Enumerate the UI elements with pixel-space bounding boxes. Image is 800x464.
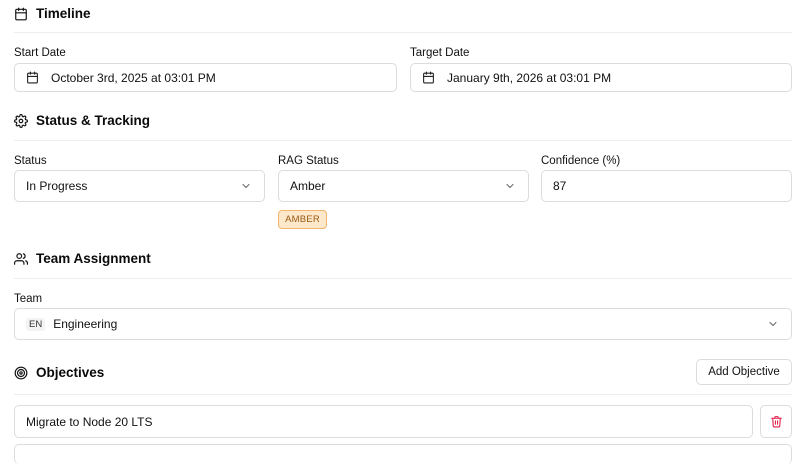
confidence-value: 87 xyxy=(553,179,567,193)
start-date-label: Start Date xyxy=(14,47,66,59)
timeline-title: Timeline xyxy=(36,6,91,21)
status-value: In Progress xyxy=(26,179,88,193)
chevron-down-icon xyxy=(506,184,514,188)
objective-value: Migrate to Node 20 LTS xyxy=(26,414,153,429)
calendar-icon xyxy=(27,71,38,84)
calendar-icon xyxy=(15,7,27,20)
objectives-title: Objectives xyxy=(36,365,105,380)
confidence-label: Confidence (%) xyxy=(541,155,621,167)
start-date-picker[interactable]: October 3rd, 2025 at 03:01 PM xyxy=(14,63,397,92)
divider xyxy=(14,394,792,395)
rag-status-select[interactable]: Amber xyxy=(278,170,529,202)
objective-input[interactable]: Migrate to Node 20 LTS xyxy=(14,405,753,438)
chevron-down-icon xyxy=(769,322,777,326)
target-date-value: January 9th, 2026 at 03:01 PM xyxy=(447,70,612,85)
divider xyxy=(14,278,792,279)
trash-icon xyxy=(770,416,782,428)
delete-objective-button[interactable] xyxy=(760,405,792,438)
rag-status-label: RAG Status xyxy=(278,155,339,167)
team-select[interactable]: EN Engineering xyxy=(14,308,792,340)
status-tracking-section-title: Status & Tracking xyxy=(14,113,150,128)
calendar-icon xyxy=(423,71,434,84)
team-initials-avatar: EN xyxy=(26,317,46,331)
status-tracking-title: Status & Tracking xyxy=(36,113,151,128)
rag-status-badge: AMBER xyxy=(278,210,327,229)
settings-icon xyxy=(14,113,28,128)
objective-input-next[interactable] xyxy=(14,444,792,464)
target-icon xyxy=(14,366,28,379)
chevron-down-icon xyxy=(242,184,250,188)
team-value: Engineering xyxy=(53,317,118,331)
users-icon xyxy=(14,252,28,265)
add-objective-button[interactable]: Add Objective xyxy=(696,359,792,385)
divider xyxy=(14,140,792,141)
rag-status-value: Amber xyxy=(290,179,326,193)
timeline-section-title: Timeline xyxy=(14,6,91,21)
start-date-value: October 3rd, 2025 at 03:01 PM xyxy=(51,70,216,85)
objectives-section-title: Objectives xyxy=(14,365,104,380)
status-select[interactable]: In Progress xyxy=(14,170,265,202)
team-assignment-title: Team Assignment xyxy=(36,251,151,266)
status-label: Status xyxy=(14,155,47,167)
target-date-picker[interactable]: January 9th, 2026 at 03:01 PM xyxy=(410,63,792,92)
target-date-label: Target Date xyxy=(410,47,470,59)
team-assignment-section-title: Team Assignment xyxy=(14,251,151,266)
team-label: Team xyxy=(14,293,43,305)
divider xyxy=(14,32,792,33)
confidence-input[interactable]: 87 xyxy=(541,170,792,202)
